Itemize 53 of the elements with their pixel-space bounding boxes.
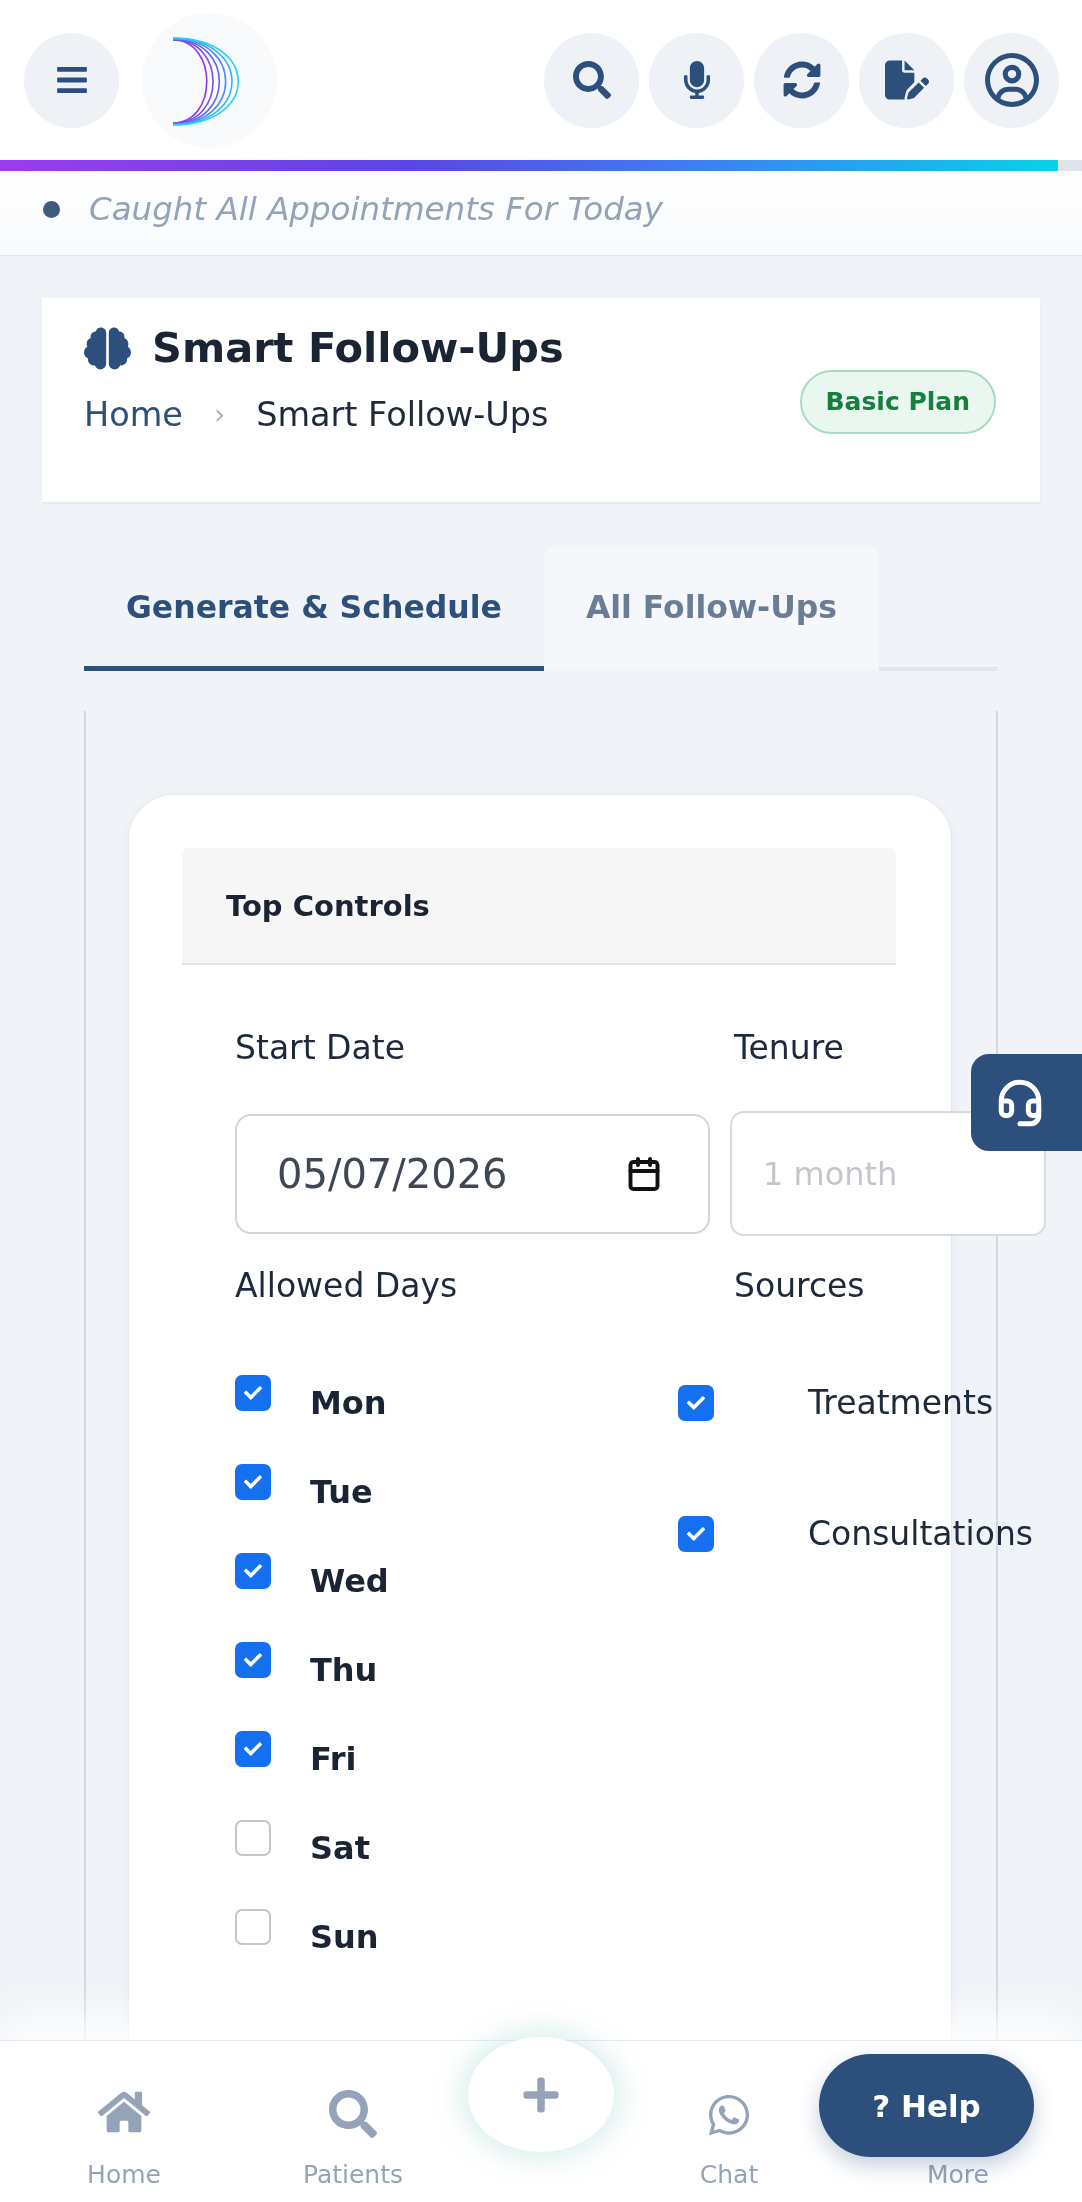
checkbox[interactable] bbox=[678, 1385, 714, 1421]
page-title: Smart Follow-Ups bbox=[152, 323, 564, 373]
search-icon bbox=[572, 61, 611, 99]
help-button[interactable]: ? Help bbox=[819, 2054, 1034, 2157]
tab[interactable]: All Follow-Ups bbox=[543, 547, 880, 671]
date-field[interactable]: 05/07/2026 bbox=[235, 1113, 710, 1234]
bullet-icon bbox=[43, 200, 60, 218]
phone-bubble-icon bbox=[706, 2092, 752, 2138]
check-icon bbox=[244, 1473, 262, 1491]
field-label: Start Date bbox=[235, 1028, 405, 1068]
field-label: Allowed Days bbox=[235, 1266, 458, 1306]
checkbox[interactable] bbox=[235, 1464, 271, 1500]
checkbox[interactable] bbox=[235, 1553, 271, 1589]
day-label: Sat bbox=[310, 1828, 370, 1868]
breadcrumb-link[interactable]: Home bbox=[84, 395, 183, 435]
check-icon bbox=[244, 1384, 262, 1402]
check-icon bbox=[687, 1525, 705, 1543]
plan-badge: Basic Plan bbox=[799, 370, 996, 434]
day-label: Wed bbox=[310, 1561, 389, 1601]
check-icon bbox=[244, 1651, 262, 1669]
check-icon bbox=[687, 1394, 705, 1412]
refresh-icon bbox=[782, 61, 821, 99]
day-label: Sun bbox=[310, 1917, 379, 1957]
checkbox[interactable] bbox=[235, 1731, 271, 1767]
field-label: Tenure bbox=[733, 1028, 844, 1068]
search-icon bbox=[329, 2090, 377, 2138]
field-label: Sources bbox=[733, 1266, 865, 1306]
day-label: Thu bbox=[310, 1650, 378, 1690]
nav-tab[interactable]: Home bbox=[87, 2086, 161, 2190]
document-pen-icon bbox=[884, 58, 929, 102]
checkbox[interactable] bbox=[235, 1909, 271, 1945]
day-label: Mon bbox=[310, 1383, 387, 1423]
section-header: Top Controls bbox=[182, 848, 896, 965]
check-icon bbox=[244, 1740, 262, 1758]
nav-tab[interactable]: Patients bbox=[302, 2090, 404, 2190]
checkbox[interactable] bbox=[235, 1820, 271, 1856]
breadcrumb-current: Smart Follow-Ups bbox=[256, 395, 549, 435]
checkbox[interactable] bbox=[678, 1516, 714, 1552]
day-label: Tue bbox=[310, 1472, 373, 1512]
source-label: Treatments bbox=[808, 1383, 994, 1423]
checkbox[interactable] bbox=[235, 1375, 271, 1411]
checkbox[interactable] bbox=[235, 1642, 271, 1678]
source-label: Consultations bbox=[808, 1514, 1033, 1554]
crescent-arcs-logo-icon bbox=[142, 12, 277, 148]
tenure-field[interactable]: 1 month bbox=[730, 1111, 1046, 1236]
day-label: Fri bbox=[310, 1739, 357, 1779]
ticker-text: Caught All Appointments For Today bbox=[89, 189, 663, 229]
check-icon bbox=[244, 1562, 262, 1580]
nav-tab[interactable]: More bbox=[927, 2160, 989, 2190]
support-button[interactable] bbox=[971, 1054, 1082, 1151]
breadcrumb-separator: › bbox=[213, 397, 226, 433]
calendar-icon bbox=[626, 1155, 662, 1192]
nav-tab[interactable]: Chat bbox=[699, 2092, 759, 2190]
